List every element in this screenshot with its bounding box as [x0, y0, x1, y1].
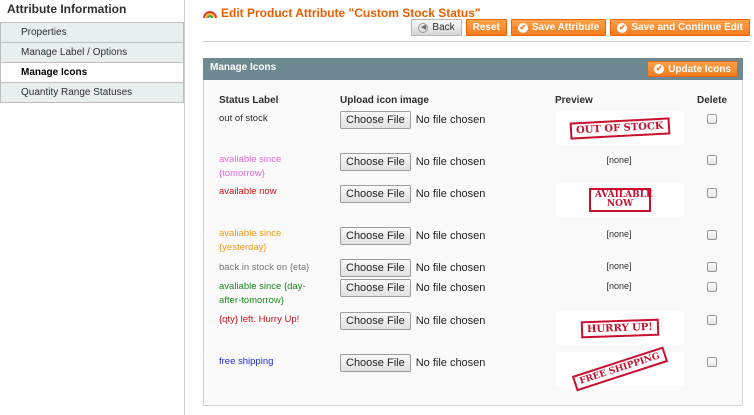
- preview-image: HURRY UP!: [556, 311, 684, 345]
- save-continue-button[interactable]: ✔ Save and Continue Edit: [610, 19, 750, 36]
- delete-checkbox[interactable]: [707, 155, 717, 165]
- upload-field: Choose File No file chosen: [340, 111, 485, 129]
- column-header-delete: Delete: [697, 95, 728, 106]
- header-divider: [203, 41, 750, 42]
- upload-field: Choose File No file chosen: [340, 354, 485, 372]
- preview-none: [none]: [606, 155, 632, 165]
- upload-field: Choose File No file chosen: [340, 279, 485, 297]
- no-file-text: No file chosen: [415, 315, 486, 327]
- page-title-text: Edit Product Attribute "Custom Stock Sta…: [221, 6, 481, 20]
- upload-field: Choose File No file chosen: [340, 185, 485, 203]
- preview-none: [none]: [606, 261, 632, 271]
- reset-button[interactable]: Reset: [465, 19, 507, 36]
- choose-file-button[interactable]: Choose File: [340, 227, 411, 245]
- choose-file-button[interactable]: Choose File: [340, 354, 411, 372]
- delete-checkbox[interactable]: [707, 262, 717, 272]
- no-file-text: No file chosen: [415, 357, 486, 369]
- choose-file-button[interactable]: Choose File: [340, 312, 411, 330]
- status-label: back in stock on {eta}: [219, 262, 310, 273]
- status-label: out of stock: [219, 113, 268, 124]
- check-icon: ✔: [617, 22, 628, 33]
- choose-file-button[interactable]: Choose File: [340, 259, 411, 277]
- save-attribute-button[interactable]: ✔ Save Attribute: [510, 19, 607, 36]
- sidebar-item-properties[interactable]: Properties: [0, 23, 184, 43]
- choose-file-button[interactable]: Choose File: [340, 111, 411, 129]
- sidebar-divider: [184, 0, 185, 415]
- delete-checkbox[interactable]: [707, 315, 717, 325]
- no-file-text: No file chosen: [415, 114, 486, 126]
- back-button-label: Back: [432, 22, 455, 33]
- save-continue-label: Save and Continue Edit: [631, 22, 743, 33]
- status-label: avaliable since {tomorrow}: [219, 154, 282, 179]
- column-header-upload: Upload icon image: [340, 95, 429, 106]
- preview-stamp-text: HURRY UP!: [580, 318, 660, 338]
- sidebar-item-manage-label-options[interactable]: Manage Label / Options: [0, 43, 184, 63]
- status-label: avaliable since {yesterday}: [219, 228, 282, 253]
- fieldset-title: Manage Icons: [210, 62, 277, 73]
- update-icons-label: Update Icons: [668, 63, 731, 75]
- check-icon: ✔: [517, 22, 528, 33]
- preview-stamp-text: AVAILABLE NOW: [589, 188, 653, 212]
- choose-file-button[interactable]: Choose File: [340, 185, 411, 203]
- delete-checkbox[interactable]: [707, 282, 717, 292]
- sidebar-item-manage-icons[interactable]: Manage Icons: [0, 63, 184, 83]
- delete-checkbox[interactable]: [707, 114, 717, 124]
- sidebar: Attribute Information Properties Manage …: [0, 0, 184, 103]
- rainbow-icon: [203, 7, 217, 19]
- sidebar-title: Attribute Information: [7, 2, 127, 16]
- status-label: free shipping: [219, 356, 274, 367]
- sidebar-item-quantity-range-statuses[interactable]: Quantity Range Statuses: [0, 83, 184, 103]
- status-label: avaliable since {day-after-tomorrow}: [219, 281, 306, 306]
- column-header-preview: Preview: [555, 95, 593, 106]
- column-header-status-label: Status Label: [219, 95, 279, 106]
- preview-none: [none]: [606, 229, 632, 239]
- back-arrow-icon: ◀: [418, 22, 429, 33]
- no-file-text: No file chosen: [415, 230, 486, 242]
- no-file-text: No file chosen: [415, 188, 486, 200]
- upload-field: Choose File No file chosen: [340, 259, 485, 277]
- back-button[interactable]: ◀ Back: [411, 19, 462, 36]
- preview-stamp-text: OUT OF STOCK: [569, 116, 671, 140]
- status-label: available now: [219, 186, 277, 197]
- preview-stamp-text: FREE SHIPPING: [572, 346, 668, 392]
- sidebar-tabs: Properties Manage Label / Options Manage…: [0, 22, 184, 103]
- upload-field: Choose File No file chosen: [340, 153, 485, 171]
- toolbar: ◀ Back Reset ✔ Save Attribute ✔ Save and…: [411, 19, 750, 36]
- reset-button-label: Reset: [472, 22, 500, 33]
- no-file-text: No file chosen: [415, 156, 486, 168]
- no-file-text: No file chosen: [415, 262, 486, 274]
- check-icon: ✔: [654, 64, 665, 74]
- choose-file-button[interactable]: Choose File: [340, 279, 411, 297]
- preview-image: FREE SHIPPING: [556, 346, 684, 392]
- preview-image: AVAILABLE NOW: [556, 183, 684, 217]
- upload-field: Choose File No file chosen: [340, 227, 485, 245]
- choose-file-button[interactable]: Choose File: [340, 153, 411, 171]
- status-label: {qty} left. Hurry Up!: [219, 314, 300, 325]
- save-attribute-label: Save Attribute: [531, 22, 600, 33]
- fieldset-header: Manage Icons ✔ Update Icons: [203, 58, 743, 80]
- delete-checkbox[interactable]: [707, 188, 717, 198]
- no-file-text: No file chosen: [415, 282, 486, 294]
- upload-field: Choose File No file chosen: [340, 312, 485, 330]
- preview-image: OUT OF STOCK: [556, 111, 684, 145]
- preview-none: [none]: [606, 281, 632, 291]
- update-icons-button[interactable]: ✔ Update Icons: [647, 61, 738, 77]
- delete-checkbox[interactable]: [707, 230, 717, 240]
- delete-checkbox[interactable]: [707, 357, 717, 367]
